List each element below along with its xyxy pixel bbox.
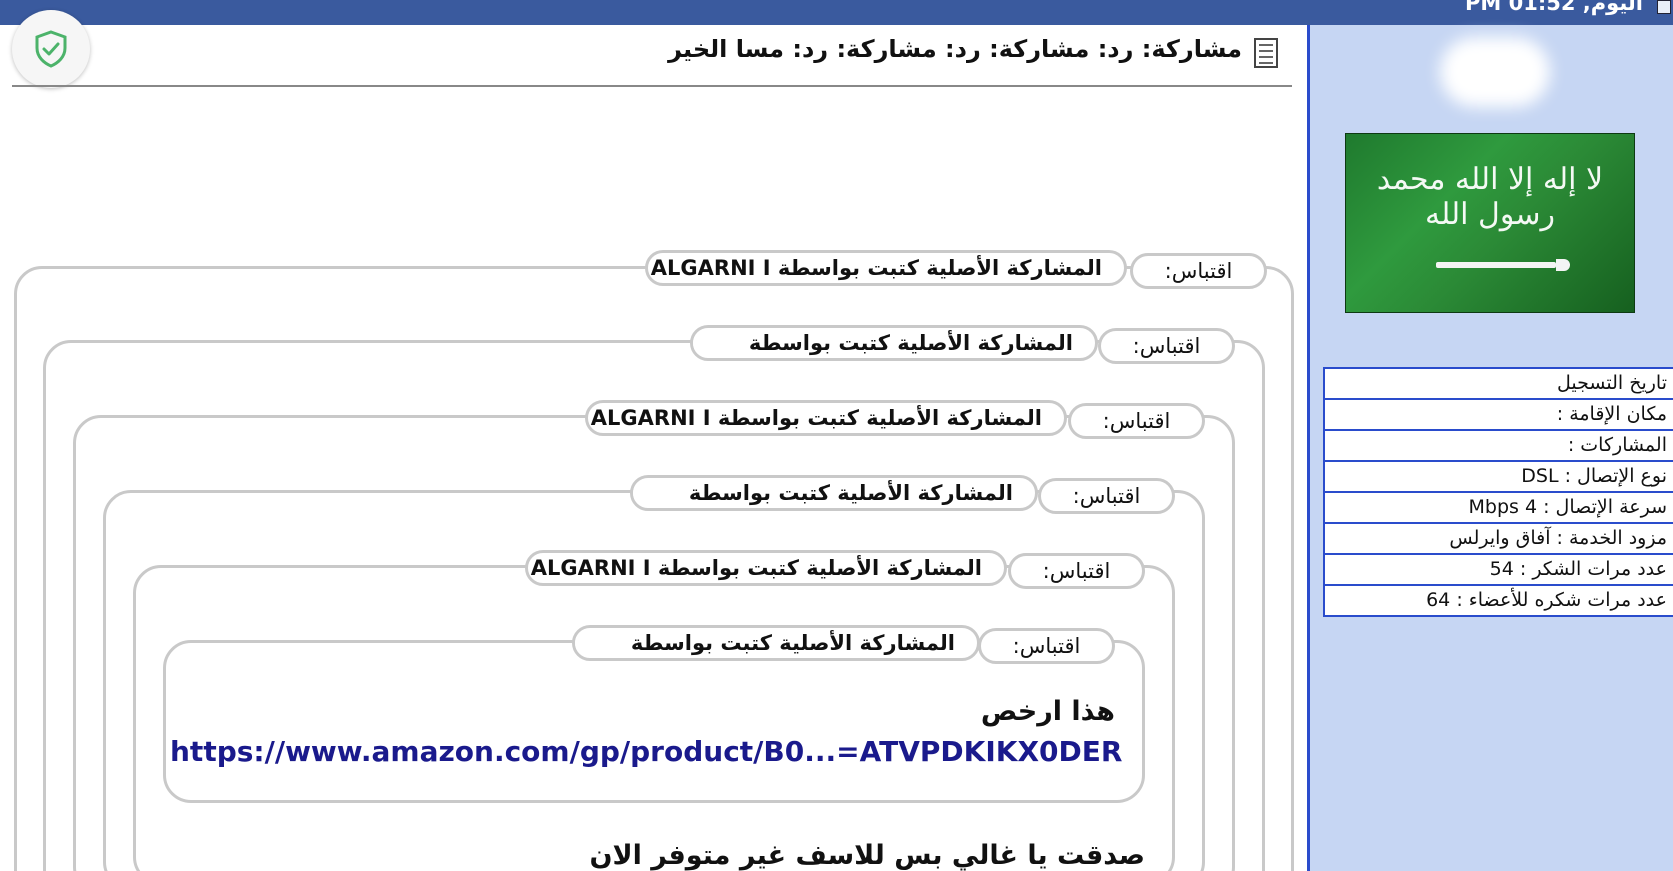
quote-label-4: اقتباس: bbox=[1038, 478, 1175, 514]
quote-author-2: المشاركة الأصلية كتبت بواسطة bbox=[690, 325, 1098, 361]
info-row-thanks-received: عدد مرات الشكر : 54 bbox=[1323, 555, 1673, 586]
quote-label-2: اقتباس: bbox=[1098, 328, 1235, 364]
quote-author-1: المشاركة الأصلية كتبت بواسطة I ALGARNI I bbox=[645, 250, 1127, 286]
post-document-icon bbox=[1254, 38, 1278, 68]
page-icon bbox=[1657, 0, 1671, 14]
info-row-join-date: تاريخ التسجيل bbox=[1323, 367, 1673, 400]
flag-sword bbox=[1436, 259, 1570, 271]
profile-info-table: تاريخ التسجيل مكان الإقامة : المشاركات :… bbox=[1323, 367, 1673, 617]
product-link[interactable]: https://www.amazon.com/gp/product/B0...=… bbox=[170, 735, 1122, 768]
quote-author-6: المشاركة الأصلية كتبت بواسطة bbox=[572, 625, 980, 661]
quote-label-5: اقتباس: bbox=[1008, 553, 1145, 589]
quote-label-3: اقتباس: bbox=[1068, 403, 1205, 439]
quote-label-1: اقتباس: bbox=[1130, 253, 1267, 289]
post-header: مشاركة: رد: مشاركة: رد: مشاركة: رد: مسا … bbox=[12, 30, 1292, 87]
info-row-connection-speed: سرعة الإتصال : 4 Mbps bbox=[1323, 493, 1673, 524]
info-row-posts: المشاركات : bbox=[1323, 431, 1673, 462]
post-title: مشاركة: رد: مشاركة: رد: مشاركة: رد: مسا … bbox=[668, 35, 1242, 63]
username-redacted bbox=[1440, 37, 1550, 107]
info-row-isp: مزود الخدمة : آفاق وايرلس bbox=[1323, 524, 1673, 555]
reply-text: صدقت يا غالي بس للاسف غير متوفر الان bbox=[589, 840, 1145, 871]
saudi-flag-avatar: لا إله إلا الله محمد رسول الله bbox=[1345, 133, 1635, 313]
quote-author-5: المشاركة الأصلية كتبت بواسطة I ALGARNI I bbox=[525, 550, 1007, 586]
top-bar: اليوم, 01:52 PM bbox=[0, 0, 1673, 25]
current-time: اليوم, 01:52 PM bbox=[1465, 0, 1643, 15]
quote-label-6: اقتباس: bbox=[978, 628, 1115, 664]
info-row-location: مكان الإقامة : bbox=[1323, 400, 1673, 431]
flag-inscription: لا إله إلا الله محمد رسول الله bbox=[1376, 162, 1604, 232]
info-row-connection-type: نوع الإتصال : DSL bbox=[1323, 462, 1673, 493]
info-row-thanks-given: عدد مرات شكره للأعضاء : 64 bbox=[1323, 586, 1673, 617]
quote-author-3: المشاركة الأصلية كتبت بواسطة I ALGARNI I bbox=[585, 400, 1067, 436]
quote-author-4: المشاركة الأصلية كتبت بواسطة bbox=[630, 475, 1038, 511]
user-profile-sidebar: لا إله إلا الله محمد رسول الله تاريخ الت… bbox=[1307, 25, 1673, 871]
quote-body-text: هذا ارخص bbox=[980, 696, 1115, 727]
